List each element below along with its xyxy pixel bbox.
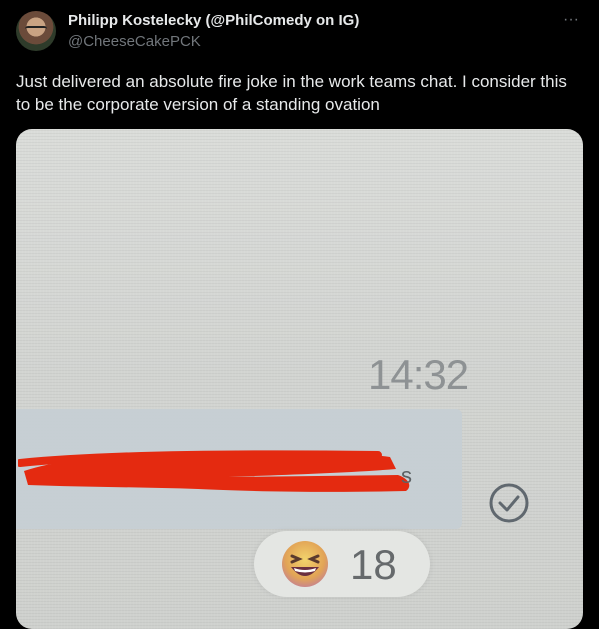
laughing-face-icon <box>282 541 328 587</box>
reaction-count: 18 <box>350 541 397 588</box>
tweet-text: Just delivered an absolute fire joke in … <box>16 72 567 114</box>
author-handle[interactable]: @CheeseCakePCK <box>68 33 201 50</box>
redaction-scribble <box>18 450 410 492</box>
message-visible-char: s <box>401 463 412 488</box>
more-options-icon[interactable]: ··· <box>559 8 583 32</box>
message-timestamp: 14:32 <box>368 351 469 398</box>
author-name[interactable]: Philipp Kostelecky (@PhilComedy on IG) <box>68 12 359 29</box>
read-receipt-check-icon <box>489 483 529 523</box>
author-avatar[interactable] <box>16 11 56 51</box>
reaction-pill[interactable]: 18 <box>254 531 430 597</box>
avatar-glasses <box>25 26 47 34</box>
tweet-photo[interactable]: 14:32 s 18 <box>16 129 583 629</box>
